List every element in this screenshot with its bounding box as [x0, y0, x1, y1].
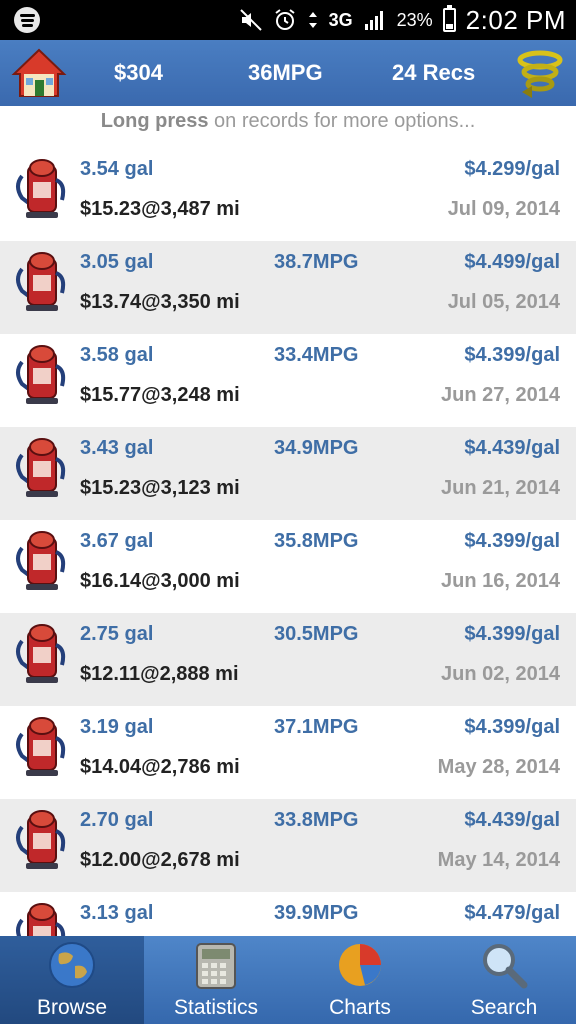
- gas-pump-icon: [16, 531, 66, 590]
- record-mpg: 34.9MPG: [274, 437, 359, 459]
- record-price: $4.499/gal: [464, 251, 560, 273]
- globe-icon: [49, 942, 95, 988]
- record-row[interactable]: 3.67 gal 35.8MPG $4.399/gal $16.14@3,000 mi…: [0, 520, 576, 613]
- record-row[interactable]: 2.70 gal 33.8MPG $4.439/gal $12.00@2,678 mi…: [0, 799, 576, 892]
- clock: 2:02 PM: [465, 4, 566, 35]
- record-price: $4.399/gal: [464, 344, 560, 366]
- records-list[interactable]: 3.54 gal $4.299/gal $15.23@3,487 mi Jul 09,…: [0, 148, 576, 936]
- total-cost: $304: [114, 60, 163, 85]
- record-mpg: 33.8MPG: [274, 809, 359, 831]
- record-date: Jun 16, 2014: [441, 570, 560, 592]
- record-gallons: 3.58 gal: [80, 344, 154, 366]
- record-price: $4.479/gal: [464, 902, 560, 924]
- pie-chart-icon: [339, 944, 381, 986]
- record-count: 24 Recs: [392, 60, 476, 85]
- tab-label: Charts: [329, 996, 391, 1019]
- record-mpg: 37.1MPG: [274, 716, 359, 738]
- tab-charts[interactable]: Charts: [288, 936, 432, 1024]
- tab-browse[interactable]: Browse: [0, 936, 144, 1024]
- record-cost-odometer: $16.14@3,000 mi: [80, 570, 240, 592]
- record-price: $4.439/gal: [464, 809, 560, 831]
- home-icon[interactable]: [10, 46, 68, 100]
- action-bar: $304 36MPG 24 Recs: [0, 40, 576, 106]
- record-date: Jul 05, 2014: [447, 291, 560, 313]
- record-row[interactable]: 2.75 gal 30.5MPG $4.399/gal $12.11@2,888 mi…: [0, 613, 576, 706]
- record-date: Jun 27, 2014: [441, 384, 560, 406]
- gas-pump-icon: [16, 252, 66, 311]
- record-row[interactable]: 3.58 gal 33.4MPG $4.399/gal $15.77@3,248 mi…: [0, 334, 576, 427]
- record-gallons: 2.70 gal: [80, 809, 154, 831]
- record-gallons: 3.43 gal: [80, 437, 154, 459]
- record-cost-odometer: $15.23@3,123 mi: [80, 477, 240, 499]
- battery-icon: [442, 5, 456, 32]
- record-row[interactable]: 3.19 gal 37.1MPG $4.399/gal $14.04@2,786 mi…: [0, 706, 576, 799]
- battery-percent: 23%: [396, 9, 433, 30]
- tab-search[interactable]: Search: [432, 936, 576, 1024]
- tab-label: Search: [470, 996, 538, 1019]
- bottom-tab-bar: Browse Statistics Charts Search: [0, 936, 576, 1024]
- calculator-icon: [196, 943, 236, 989]
- spotify-notification: [14, 7, 40, 33]
- signal-icon: [364, 11, 383, 30]
- data-arrows-icon: [308, 12, 317, 28]
- record-price: $4.399/gal: [464, 716, 560, 738]
- status-bar: 3G 23% 2:02 PM: [0, 0, 576, 40]
- gas-pump-icon: [16, 345, 66, 404]
- long-press-hint: Long press on records for more options..…: [0, 106, 576, 136]
- gas-pump-icon: [16, 624, 66, 683]
- record-mpg: 38.7MPG: [274, 251, 359, 273]
- network-type: 3G: [328, 9, 353, 30]
- record-date: Jul 09, 2014: [447, 198, 560, 220]
- record-gallons: 2.75 gal: [80, 623, 154, 645]
- hint-text: on records for more options...: [208, 110, 476, 132]
- record-price: $4.399/gal: [464, 530, 560, 552]
- record-cost-odometer: $12.00@2,678 mi: [80, 849, 240, 871]
- record-cost-odometer: $12.11@2,888 mi: [80, 663, 239, 685]
- hint-bold: Long press: [100, 110, 209, 132]
- record-row[interactable]: 3.54 gal $4.299/gal $15.23@3,487 mi Jul 09,…: [0, 148, 576, 241]
- refresh-icon[interactable]: [514, 48, 566, 100]
- spotify-icon: [14, 7, 40, 33]
- magnifier-icon: [483, 944, 528, 989]
- average-mpg: 36MPG: [248, 60, 323, 85]
- mute-icon: [239, 9, 262, 31]
- gas-pump-icon: [16, 717, 66, 776]
- record-mpg: 33.4MPG: [274, 344, 359, 366]
- gas-pump-icon: [16, 903, 66, 936]
- record-gallons: 3.05 gal: [80, 251, 154, 273]
- record-date: May 28, 2014: [437, 756, 560, 778]
- record-gallons: 3.67 gal: [80, 530, 154, 552]
- record-price: $4.439/gal: [464, 437, 560, 459]
- record-mpg: 30.5MPG: [274, 623, 359, 645]
- record-mpg: 39.9MPG: [274, 902, 359, 924]
- tab-statistics[interactable]: Statistics: [144, 936, 288, 1024]
- record-cost-odometer: $13.74@3,350 mi: [80, 291, 240, 313]
- record-row[interactable]: 3.05 gal 38.7MPG $4.499/gal $13.74@3,350 mi…: [0, 241, 576, 334]
- record-row[interactable]: 3.43 gal 34.9MPG $4.439/gal $15.23@3,123 mi…: [0, 427, 576, 520]
- record-gallons: 3.54 gal: [80, 158, 154, 180]
- record-gallons: 3.13 gal: [80, 902, 154, 924]
- tab-label: Browse: [36, 996, 108, 1019]
- record-price: $4.399/gal: [464, 623, 560, 645]
- record-cost-odometer: $14.04@2,786 mi: [80, 756, 240, 778]
- gas-pump-icon: [16, 438, 66, 497]
- gas-pump-icon: [16, 159, 66, 218]
- record-gallons: 3.19 gal: [80, 716, 154, 738]
- record-price: $4.299/gal: [464, 158, 560, 180]
- record-mpg: 35.8MPG: [274, 530, 359, 552]
- record-cost-odometer: $15.23@3,487 mi: [80, 198, 240, 220]
- gas-pump-icon: [16, 810, 66, 869]
- record-cost-odometer: $15.77@3,248 mi: [80, 384, 240, 406]
- tab-label: Statistics: [173, 996, 259, 1019]
- alarm-icon: [275, 9, 295, 30]
- record-date: Jun 02, 2014: [441, 663, 560, 685]
- record-date: Jun 21, 2014: [441, 477, 560, 499]
- record-row[interactable]: 3.13 gal 39.9MPG $4.479/gal: [0, 892, 576, 936]
- record-date: May 14, 2014: [437, 849, 560, 871]
